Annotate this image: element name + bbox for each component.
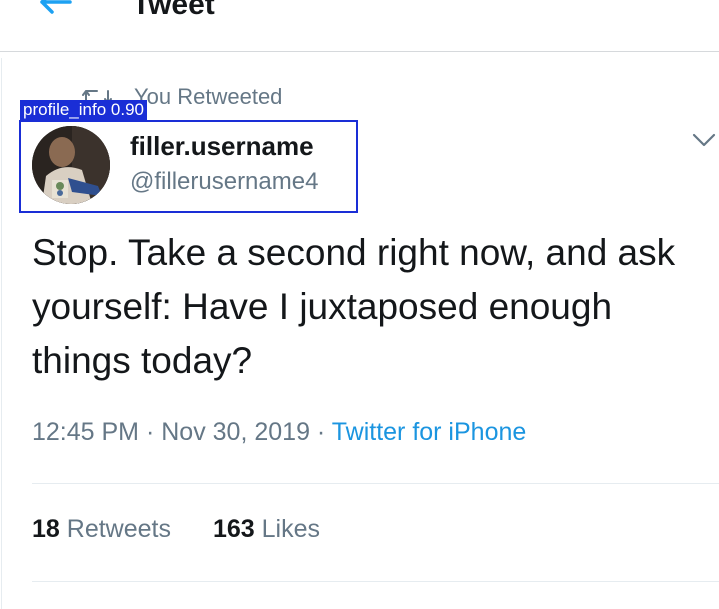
chevron-down-icon (692, 133, 716, 147)
tweet-text: Stop. Take a second right now, and ask y… (32, 232, 676, 381)
back-arrow-icon (40, 0, 72, 14)
tweet-meta: 12:45 PM · Nov 30, 2019 · Twitter for iP… (32, 418, 526, 447)
divider (32, 581, 719, 582)
retweet-context-text: You Retweeted (134, 84, 283, 109)
top-bar: Tweet (0, 0, 719, 52)
meta-separator: · (145, 418, 155, 446)
likes-label: Likes (261, 515, 321, 543)
back-button[interactable] (36, 0, 76, 18)
retweets-label: Retweets (66, 515, 171, 543)
tweet-stats: 18 Retweets 163 Likes (32, 515, 320, 544)
tweet-options-button[interactable] (690, 128, 718, 152)
tweet-source-link[interactable]: Twitter for iPhone (332, 418, 527, 446)
detection-box (19, 120, 358, 213)
divider (32, 483, 719, 484)
tweet-date[interactable]: Nov 30, 2019 (161, 418, 310, 446)
column-border (1, 58, 2, 609)
meta-separator: · (316, 418, 326, 446)
retweets-stat[interactable]: 18 Retweets (32, 515, 171, 544)
detection-label: profile_info 0.90 (20, 100, 147, 120)
likes-count: 163 (212, 515, 255, 543)
likes-stat[interactable]: 163 Likes (213, 515, 320, 544)
retweets-count: 18 (32, 515, 60, 543)
tweet-time[interactable]: 12:45 PM (32, 418, 139, 446)
page-title: Tweet (132, 0, 215, 21)
